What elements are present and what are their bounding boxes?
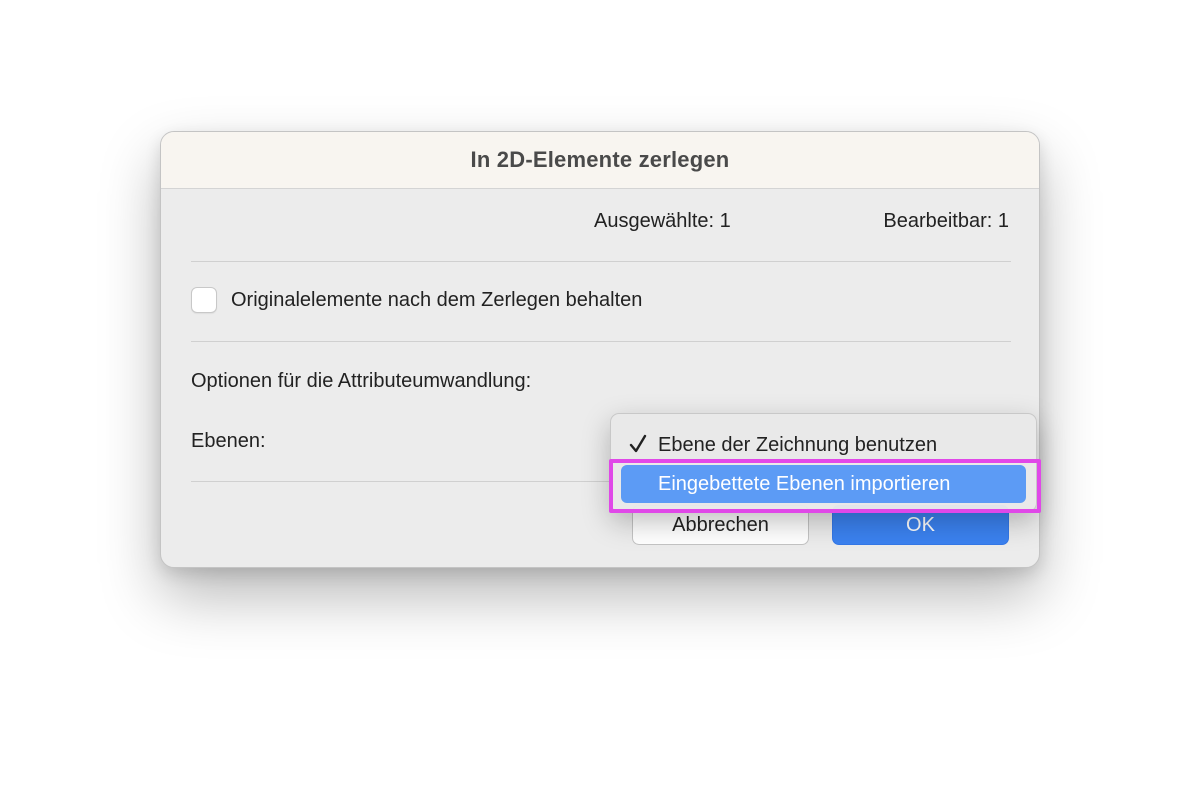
keep-originals-label[interactable]: Originalelemente nach dem Zerlegen behal…	[231, 289, 642, 312]
selected-count: Ausgewählte: 1	[594, 210, 731, 232]
dialog-titlebar: In 2D-Elemente zerlegen	[161, 132, 1039, 189]
attribute-options-label: Optionen für die Attributeumwandlung:	[191, 370, 532, 392]
dialog-title: In 2D-Elemente zerlegen	[470, 147, 730, 172]
keep-originals-checkbox[interactable]	[191, 287, 217, 313]
menu-item-use-drawing-layer[interactable]: Ebene der Zeichnung benutzen	[621, 426, 1026, 464]
editable-count: Bearbeitbar: 1	[883, 210, 1009, 232]
layers-popup-menu: Ebene der Zeichnung benutzen Eingebettet…	[610, 413, 1037, 512]
checkmark-icon	[629, 434, 647, 453]
menu-item-label: Ebene der Zeichnung benutzen	[658, 433, 938, 456]
divider	[191, 341, 1011, 342]
menu-item-label: Eingebettete Ebenen importieren	[658, 472, 951, 495]
layers-label: Ebenen:	[191, 430, 266, 452]
menu-item-import-embedded-layers[interactable]: Eingebettete Ebenen importieren	[621, 465, 1026, 503]
divider	[191, 261, 1011, 262]
